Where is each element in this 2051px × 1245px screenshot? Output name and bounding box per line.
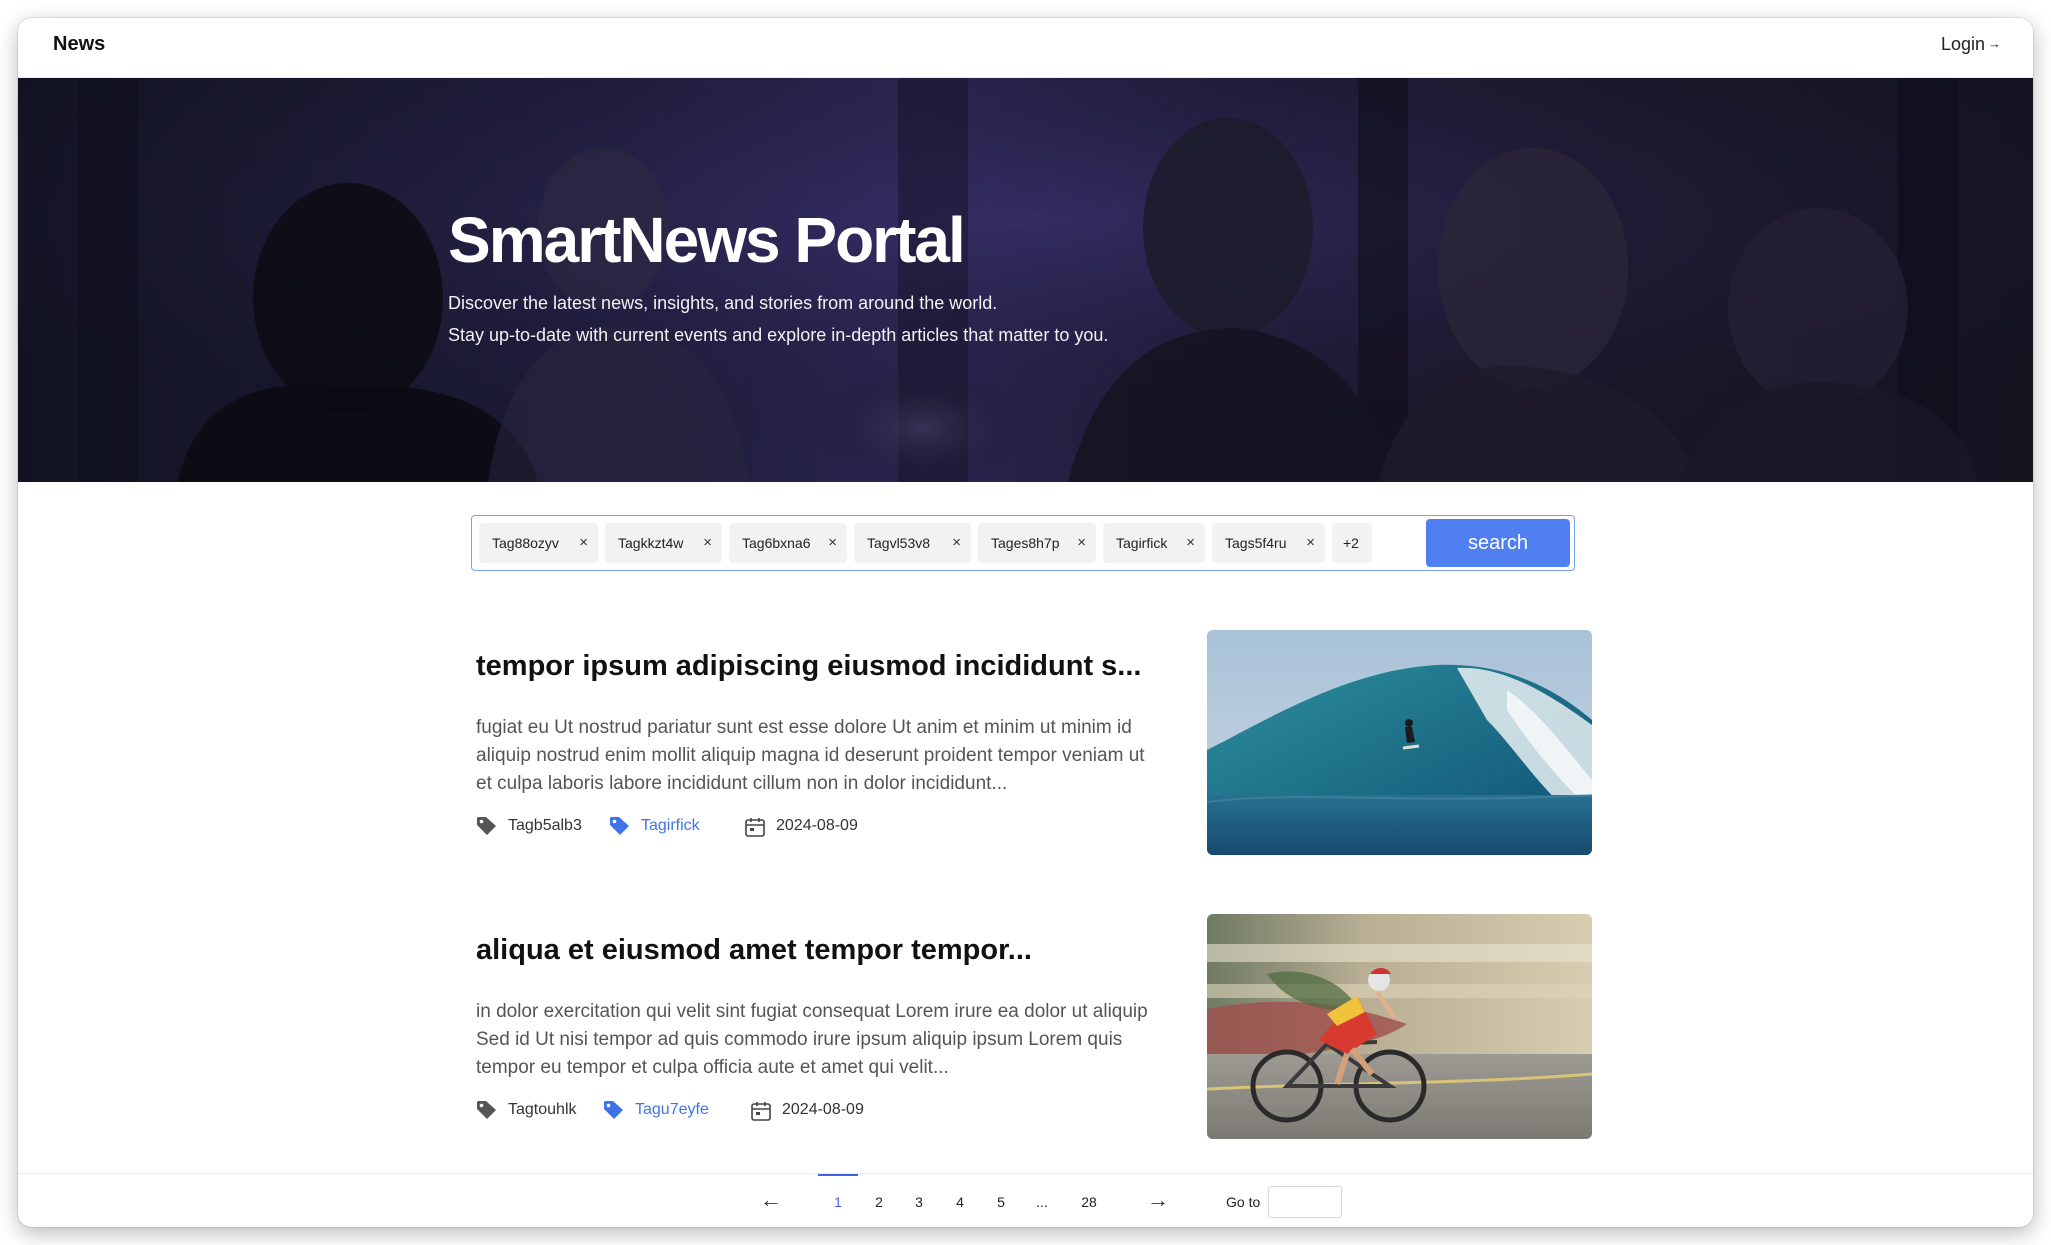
search-tag-chip[interactable]: Tagvl53v8 × — [854, 523, 971, 563]
goto-label: Go to — [1226, 1194, 1261, 1210]
tag-chip-label: Tags5f4ru — [1225, 535, 1287, 551]
tag-chip-label: Tagirfick — [1116, 535, 1168, 551]
brand-logo[interactable]: News — [53, 33, 105, 56]
article-tag-label: Tagb5alb3 — [508, 817, 582, 834]
login-label: Login — [1940, 34, 1985, 54]
arrow-right-icon: → — [1988, 36, 2001, 51]
article-excerpt: fugiat eu Ut nostrud pariatur sunt est e… — [476, 717, 1145, 794]
tag-icon — [604, 1101, 623, 1119]
article-excerpt: in dolor exercitation qui velit sint fug… — [476, 1001, 1148, 1078]
page-5[interactable]: 5 — [986, 1190, 1016, 1214]
search-tag-chip[interactable]: Tagkkzt4w × — [605, 523, 722, 563]
hero-subtitle-line2: Stay up-to-date with current events and … — [448, 325, 1109, 345]
page-ellipsis[interactable]: ... — [1027, 1190, 1057, 1214]
remove-tag-icon[interactable]: × — [1186, 523, 1195, 563]
hero-subtitle-line1: Discover the latest news, insights, and … — [448, 293, 998, 313]
next-page-arrow-icon[interactable]: → — [1143, 1187, 1173, 1213]
page-4[interactable]: 4 — [945, 1190, 975, 1214]
remove-tag-icon[interactable]: × — [703, 523, 712, 563]
article-tag-label: Tagirfick — [641, 817, 700, 834]
article-date-label: 2024-08-09 — [776, 817, 858, 834]
tag-chip-label: Tages8h7p — [991, 535, 1060, 551]
remove-tag-icon[interactable]: × — [1077, 523, 1086, 563]
remove-tag-icon[interactable]: × — [579, 523, 588, 563]
top-navbar: News Login → — [18, 18, 2033, 78]
cyclist-photo[interactable] — [1207, 914, 1592, 1139]
remove-tag-icon[interactable]: × — [1306, 523, 1315, 563]
login-link[interactable]: Login → — [1941, 34, 2001, 55]
article-title[interactable]: tempor ipsum adipiscing eiusmod incididu… — [476, 650, 1156, 683]
article-thumbnail-cyclist — [1207, 914, 1592, 1139]
tag-icon — [477, 1101, 496, 1119]
hero-banner: SmartNews Portal Discover the latest new… — [18, 78, 2033, 482]
tag-icon — [610, 817, 629, 835]
tag-chip-label: Tag6bxna6 — [742, 535, 811, 551]
page-1[interactable]: 1 — [823, 1190, 853, 1214]
search-tag-chip[interactable]: Tags5f4ru × — [1212, 523, 1325, 563]
prev-page-arrow-icon[interactable]: ← — [756, 1187, 786, 1213]
more-tags-chip[interactable]: +2 — [1332, 523, 1372, 563]
search-tag-chip[interactable]: Tages8h7p × — [978, 523, 1096, 563]
tag-chip-label: Tagvl53v8 — [867, 535, 931, 551]
pagination-bar: ← 1 2 3 4 5 ... 28 → Go to — [18, 1173, 2033, 1227]
article-card[interactable]: aliqua et eiusmod amet tempor tempor... … — [476, 914, 1596, 1140]
calendar-icon — [751, 1102, 771, 1121]
remove-tag-icon[interactable]: × — [828, 523, 837, 563]
hero-background-photo — [18, 78, 2033, 482]
more-tags-count: +2 — [1343, 535, 1359, 551]
page-2[interactable]: 2 — [864, 1190, 894, 1214]
page-3[interactable]: 3 — [904, 1190, 934, 1214]
article-tag-label: Tagu7eyfe — [635, 1101, 709, 1118]
page-28[interactable]: 28 — [1074, 1190, 1104, 1214]
search-button[interactable]: search — [1426, 519, 1570, 567]
browser-window: News Login → SmartNews Portal Discover t… — [18, 18, 2033, 1227]
article-title[interactable]: aliqua et eiusmod amet tempor tempor... — [476, 934, 1156, 967]
tag-icon — [477, 817, 496, 835]
tag-chip-label: Tagkkzt4w — [618, 535, 684, 551]
goto-page-input[interactable] — [1268, 1186, 1342, 1218]
article-card[interactable]: tempor ipsum adipiscing eiusmod incididu… — [476, 630, 1596, 856]
current-page-indicator — [818, 1174, 858, 1176]
article-tag-label: Tagtouhlk — [508, 1101, 577, 1118]
search-tag-chip[interactable]: Tagirfick × — [1103, 523, 1205, 563]
calendar-icon — [745, 818, 765, 837]
surfer-photo[interactable] — [1207, 630, 1592, 855]
tag-search-bar[interactable]: Tag88ozyv × Tagkkzt4w × Tag6bxna6 × Tagvl53… — [471, 515, 1575, 571]
search-tag-chip[interactable]: Tag88ozyv × — [479, 523, 598, 563]
hero-title: SmartNews Portal — [448, 204, 966, 276]
article-thumbnail-surfer — [1207, 630, 1592, 855]
article-date-label: 2024-08-09 — [782, 1101, 864, 1118]
remove-tag-icon[interactable]: × — [952, 523, 961, 563]
search-tag-chip[interactable]: Tag6bxna6 × — [729, 523, 847, 563]
tag-chip-label: Tag88ozyv — [492, 535, 559, 551]
